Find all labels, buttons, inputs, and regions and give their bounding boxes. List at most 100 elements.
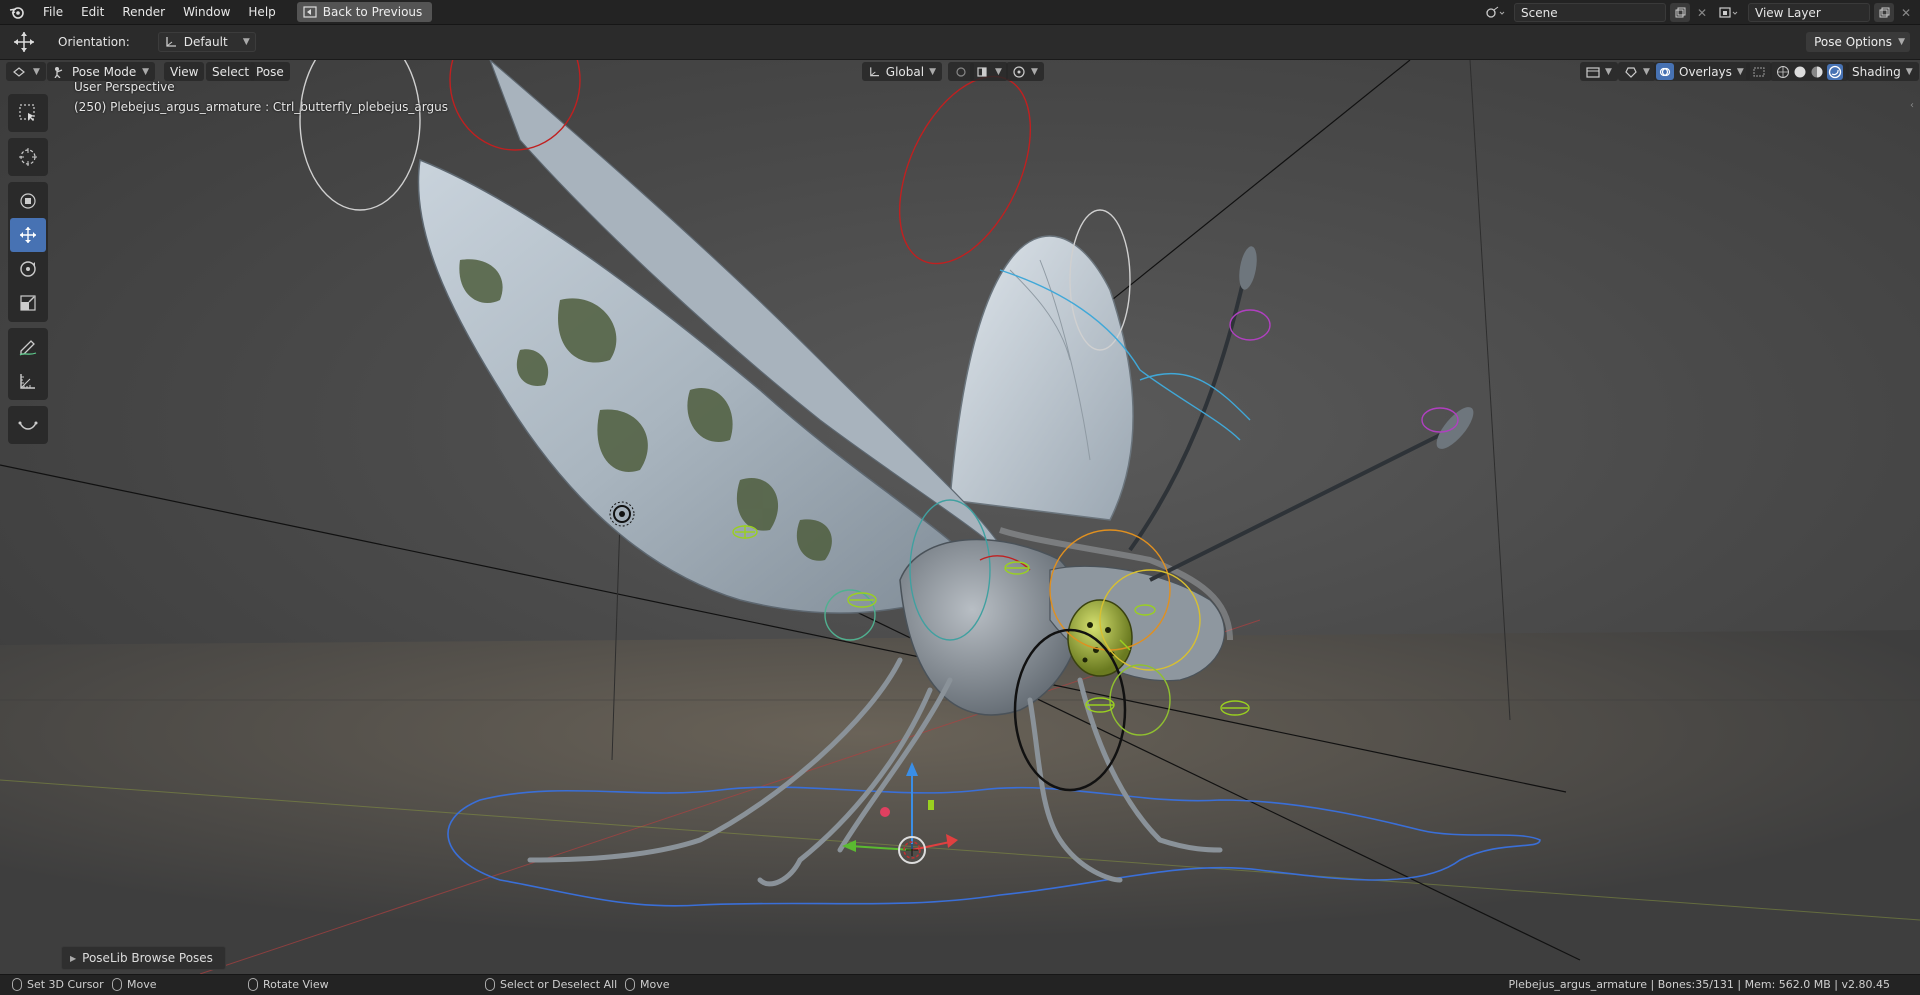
chevron-down-icon: ▼ <box>995 66 1002 77</box>
chevron-down-icon: ▼ <box>1898 37 1905 47</box>
move-icon <box>20 227 36 243</box>
orientation-value: Default <box>183 35 228 49</box>
delete-view-layer-close-icon[interactable]: ✕ <box>1898 3 1914 22</box>
status-hint-select-all: Select or Deselect All <box>485 978 617 991</box>
cursor-tool[interactable] <box>10 140 46 174</box>
screen-back-icon <box>303 6 317 18</box>
scene-name-field[interactable]: Scene <box>1514 3 1666 22</box>
editor-type-icon <box>13 66 25 77</box>
wireframe-shading-icon[interactable] <box>1776 65 1790 79</box>
chevron-down-icon: ▼ <box>929 66 936 77</box>
poselib-browse-poses-panel[interactable]: ▶ PoseLib Browse Poses <box>61 946 226 970</box>
tool-shelf <box>8 94 48 450</box>
measure-tool[interactable] <box>10 364 46 398</box>
gizmo-toggle-button[interactable]: ▼ <box>1618 62 1656 81</box>
butterfly-eye <box>1067 599 1133 677</box>
copy-icon <box>1879 7 1889 18</box>
mouse-drag-icon <box>112 978 122 991</box>
back-to-previous-label: Back to Previous <box>322 5 423 19</box>
menu-edit[interactable]: Edit <box>72 0 113 25</box>
chevron-down-icon: ▼ <box>1643 66 1650 77</box>
viewport-perspective-label: User Perspective <box>74 80 175 94</box>
chevron-down-icon: ▼ <box>1736 66 1744 77</box>
menu-window[interactable]: Window <box>174 0 239 25</box>
editor-type-button[interactable]: ▼ <box>6 62 46 81</box>
chevron-down-icon: ▼ <box>1905 66 1913 77</box>
status-hint-set-cursor: Set 3D Cursor <box>12 978 104 991</box>
status-bar: Set 3D Cursor Move Rotate View Select or… <box>0 974 1920 995</box>
blender-logo-icon[interactable] <box>0 0 34 25</box>
move-tool[interactable] <box>10 218 46 252</box>
pivot-icon <box>956 66 966 77</box>
panel-collapse-arrow-icon: ▶ <box>70 953 77 963</box>
overlays-label: Overlays <box>1679 64 1732 79</box>
cursor-icon <box>19 148 37 166</box>
orientation-dropdown[interactable]: Default ▼ <box>157 32 256 52</box>
mouse-right-icon <box>485 978 495 991</box>
snap-icon <box>977 66 987 77</box>
rotate-tool[interactable] <box>10 252 46 286</box>
delete-scene-close-icon[interactable]: ✕ <box>1694 3 1710 22</box>
move-tool-icon[interactable] <box>0 30 48 54</box>
transform-icon <box>20 193 36 209</box>
pose-options-label: Pose Options <box>1814 35 1892 49</box>
object-visibility-icon <box>1586 66 1600 78</box>
shading-label: Shading <box>1852 64 1901 79</box>
menu-file[interactable]: File <box>34 0 72 25</box>
rendered-shading-icon[interactable] <box>1827 63 1843 80</box>
antenna-left <box>1128 259 1250 552</box>
chevron-down-icon: ▼ <box>1605 66 1612 77</box>
transform-tool[interactable] <box>10 184 46 218</box>
top-menu-bar: File Edit Render Window Help Back to Pre… <box>0 0 1920 25</box>
annotate-pencil-icon <box>19 340 37 356</box>
scene-selector-icon[interactable] <box>1480 3 1510 22</box>
new-scene-button[interactable] <box>1670 3 1690 22</box>
shading-mode-buttons[interactable] <box>1770 62 1849 81</box>
annotate-tool[interactable] <box>10 330 46 364</box>
material-preview-icon[interactable] <box>1810 65 1824 79</box>
transform-orientation-label: Global <box>885 64 925 79</box>
viewport-info-text: User Perspective (250) Plebejus_argus_ar… <box>74 77 448 117</box>
measure-ruler-icon <box>20 374 35 389</box>
new-view-layer-button[interactable] <box>1874 3 1894 22</box>
proportional-edit-button[interactable]: ▼ <box>1006 62 1044 81</box>
gizmo-icon <box>1625 66 1637 78</box>
menu-help[interactable]: Help <box>239 0 284 25</box>
mouse-left-icon <box>12 978 22 991</box>
transform-orientation-dropdown[interactable]: Global ▼ <box>862 62 942 81</box>
pose-options-dropdown[interactable]: Pose Options ▼ <box>1806 32 1910 52</box>
shading-dropdown[interactable]: Shading ▼ <box>1846 62 1919 81</box>
menu-render[interactable]: Render <box>113 0 174 25</box>
chevron-down-icon: ▼ <box>1031 66 1038 77</box>
mouse-drag-icon <box>625 978 635 991</box>
view-layer-selector-icon[interactable] <box>1714 3 1744 22</box>
orientation-axes-icon <box>166 37 176 47</box>
3d-viewport[interactable]: ▼ Pose Mode ▼ View Select Pose Global ▼ … <box>0 60 1920 974</box>
solid-shading-icon[interactable] <box>1793 65 1807 79</box>
curve-tool[interactable] <box>10 408 46 442</box>
select-box-tool[interactable] <box>10 96 46 130</box>
tool-settings-header: Orientation: Default ▼ Pose Options ▼ <box>0 25 1920 60</box>
antenna-right <box>1149 428 1451 582</box>
copy-icon <box>1675 7 1685 18</box>
global-axes-icon <box>870 66 879 76</box>
rotate-icon <box>20 261 36 277</box>
active-object-label: (250) Plebejus_argus_armature : Ctrl_but… <box>74 100 448 114</box>
pose-mode-icon <box>54 66 63 78</box>
status-info-text: Plebejus_argus_armature | Bones:35/131 |… <box>1508 978 1890 991</box>
sidebar-expand-chevron-icon[interactable]: ‹ <box>1910 100 1920 120</box>
front-wing <box>417 158 992 614</box>
viewport-scene-canvas[interactable] <box>0 60 1920 974</box>
chevron-down-icon: ▼ <box>242 37 250 47</box>
back-to-previous-button[interactable]: Back to Previous <box>296 2 433 22</box>
snapping-button[interactable]: ▼ <box>970 62 1008 81</box>
chevron-down-icon: ▼ <box>33 66 40 77</box>
status-hint-move-2: Move <box>625 978 670 991</box>
xray-toggle-button[interactable] <box>1746 62 1772 81</box>
view-layer-name-field[interactable]: View Layer <box>1748 3 1870 22</box>
visibility-filter-button[interactable]: ▼ <box>1580 62 1618 81</box>
proportional-edit-icon <box>1013 65 1025 78</box>
status-hint-rotate-view: Rotate View <box>248 978 329 991</box>
scale-tool[interactable] <box>10 286 46 320</box>
overlays-dropdown[interactable]: Overlays ▼ <box>1654 62 1750 81</box>
